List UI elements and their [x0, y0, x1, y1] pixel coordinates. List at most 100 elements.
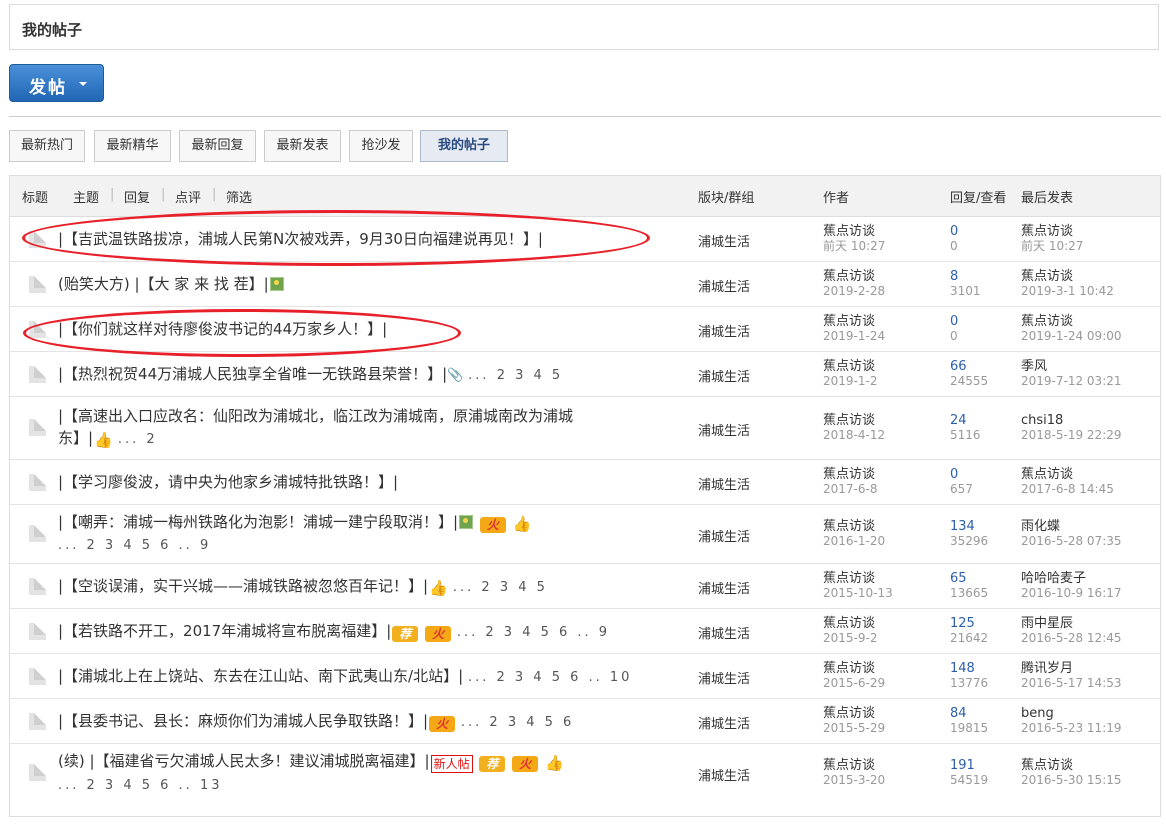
thread-title-link[interactable]: |【热烈祝贺44万浦城人民独享全省唯一无铁路县荣誉！】| [58, 365, 447, 383]
author-name[interactable]: 蕉点访谈 [823, 467, 877, 482]
folder-icon[interactable] [29, 525, 46, 542]
last-post-date[interactable]: 2016-5-30 15:15 [1021, 773, 1122, 788]
last-post-date[interactable]: 2016-5-23 11:19 [1021, 721, 1122, 736]
forum-name[interactable]: 浦城生活 [698, 474, 750, 493]
thread-title[interactable]: |【学习廖俊波，请中央为他家乡浦城特批铁路！】| [58, 471, 398, 493]
thread-title-link[interactable]: |【你们就这样对待廖俊波书记的44万家乡人！】| [58, 320, 387, 338]
reply-count[interactable]: 65 [950, 571, 988, 586]
thread-title-link[interactable]: 东】| [58, 429, 93, 447]
last-post-date[interactable]: 2019-3-1 10:42 [1021, 284, 1114, 299]
last-post-date[interactable]: 2016-5-28 12:45 [1021, 631, 1122, 646]
tab-first-reply[interactable]: 抢沙发 [349, 130, 413, 162]
last-post-date[interactable]: 2018-5-19 22:29 [1021, 428, 1122, 443]
author-name[interactable]: 蕉点访谈 [823, 359, 877, 374]
folder-icon[interactable] [29, 713, 46, 730]
filter-comment[interactable]: 点评 [175, 187, 201, 206]
last-post-date[interactable]: 2019-7-12 03:21 [1021, 374, 1122, 389]
reply-count[interactable]: 66 [950, 359, 988, 374]
reply-count[interactable]: 125 [950, 616, 988, 631]
reply-count[interactable]: 8 [950, 269, 981, 284]
thread-title-link[interactable]: |【高速出入口应改名：仙阳改为浦城北，临江改为浦城南，原浦城南改为浦城 [58, 407, 573, 425]
author-name[interactable]: 蕉点访谈 [823, 224, 885, 239]
last-poster[interactable]: 蕉点访谈 [1021, 758, 1122, 773]
author-name[interactable]: 蕉点访谈 [823, 413, 885, 428]
thread-title[interactable]: |【高速出入口应改名：仙阳改为浦城北，临江改为浦城南，原浦城南改为浦城 东】|👍 … [58, 405, 658, 451]
thread-title-link[interactable]: |【嘲弄：浦城一梅州铁路化为泡影！浦城一建宁段取消！】| [58, 513, 458, 531]
author-name[interactable]: 蕉点访谈 [823, 661, 885, 676]
page-links[interactable]: ... 2 3 4 5 6 .. 13 [58, 778, 223, 793]
folder-icon[interactable] [29, 578, 46, 595]
last-post-date[interactable]: 前天 10:27 [1021, 239, 1083, 254]
page-links[interactable]: ... 2 [118, 432, 158, 447]
author-name[interactable]: 蕉点访谈 [823, 571, 893, 586]
reply-count[interactable]: 24 [950, 413, 981, 428]
last-poster[interactable]: 蕉点访谈 [1021, 224, 1083, 239]
thread-title[interactable]: |【县委书记、县长：麻烦你们为浦城人民争取铁路！】| 火 ... 2 3 4 5 … [58, 710, 574, 734]
page-links[interactable]: ... 2 3 4 5 [468, 368, 563, 383]
author-name[interactable]: 蕉点访谈 [823, 616, 877, 631]
folder-icon[interactable] [29, 276, 46, 293]
tab-latest-replies[interactable]: 最新回复 [179, 130, 256, 162]
new-post-button[interactable]: 发帖 [9, 64, 104, 102]
reply-count[interactable]: 0 [950, 467, 973, 482]
folder-icon[interactable] [29, 668, 46, 685]
page-links[interactable]: ... 2 3 4 5 6 [461, 715, 574, 730]
last-poster[interactable]: 哈哈哈麦子 [1021, 571, 1122, 586]
last-post-date[interactable]: 2016-5-28 07:35 [1021, 534, 1122, 549]
author-name[interactable]: 蕉点访谈 [823, 269, 885, 284]
tab-latest-posts[interactable]: 最新发表 [264, 130, 341, 162]
filter-reply[interactable]: 回复 [124, 187, 150, 206]
thread-title-link[interactable]: |【若铁路不开工，2017年浦城将宣布脱离福建】| [58, 622, 391, 640]
page-links[interactable]: ... 2 3 4 5 6 .. 9 [457, 625, 610, 640]
reply-count[interactable]: 0 [950, 314, 958, 329]
thread-title-link[interactable]: |【吉武温铁路拔凉，浦城人民第N次被戏弄，9月30日向福建说再见！】| [58, 230, 543, 248]
last-post-date[interactable]: 2016-10-9 16:17 [1021, 586, 1122, 601]
thread-title[interactable]: |【嘲弄：浦城一梅州铁路化为泡影！浦城一建宁段取消！】| 火 👍 ... 2 3 … [58, 511, 658, 557]
thread-title-link[interactable]: (续) |【福建省亏欠浦城人民太多！建议浦城脱离福建】| [58, 752, 430, 770]
folder-icon[interactable] [29, 764, 46, 781]
reply-count[interactable]: 191 [950, 758, 988, 773]
reply-count[interactable]: 134 [950, 519, 988, 534]
thread-title[interactable]: |【若铁路不开工，2017年浦城将宣布脱离福建】| 荐 火 ... 2 3 4 5… [58, 620, 610, 644]
forum-name[interactable]: 浦城生活 [698, 366, 750, 385]
forum-name[interactable]: 浦城生活 [698, 713, 750, 732]
reply-count[interactable]: 148 [950, 661, 988, 676]
thread-title-link[interactable]: (贻笑大方) |【大 家 来 找 茬】| [58, 275, 269, 293]
page-links[interactable]: ... 2 3 4 5 6 .. 10 [468, 670, 633, 685]
thread-title[interactable]: (续) |【福建省亏欠浦城人民太多！建议浦城脱离福建】| 新人帖 荐 火 👍...… [58, 750, 658, 797]
last-poster[interactable]: 蕉点访谈 [1021, 269, 1114, 284]
filter-topic[interactable]: 主题 [73, 187, 99, 206]
last-poster[interactable]: chsi18 [1021, 413, 1122, 428]
forum-name[interactable]: 浦城生活 [698, 623, 750, 642]
reply-count[interactable]: 84 [950, 706, 988, 721]
tab-latest-hot[interactable]: 最新热门 [9, 130, 85, 162]
folder-icon[interactable] [29, 366, 46, 383]
folder-icon[interactable] [29, 231, 46, 248]
forum-name[interactable]: 浦城生活 [698, 578, 750, 597]
tab-my-posts[interactable]: 我的帖子 [420, 130, 508, 162]
last-post-date[interactable]: 2016-5-17 14:53 [1021, 676, 1122, 691]
last-poster[interactable]: 蕉点访谈 [1021, 314, 1122, 329]
page-links[interactable]: ... 2 3 4 5 6 .. 9 [58, 538, 211, 553]
thread-title-link[interactable]: |【浦城北上在上饶站、东去在江山站、南下武夷山东/北站】| [58, 667, 463, 685]
thread-title-link[interactable]: |【县委书记、县长：麻烦你们为浦城人民争取铁路！】| [58, 712, 428, 730]
thread-title[interactable]: |【空谈误浦，实干兴城——浦城铁路被忽悠百年记！】|👍 ... 2 3 4 5 [58, 575, 548, 599]
page-links[interactable]: ... 2 3 4 5 [453, 580, 548, 595]
author-name[interactable]: 蕉点访谈 [823, 758, 885, 773]
reply-count[interactable]: 0 [950, 224, 958, 239]
folder-icon[interactable] [29, 321, 46, 338]
last-post-date[interactable]: 2019-1-24 09:00 [1021, 329, 1122, 344]
forum-name[interactable]: 浦城生活 [698, 276, 750, 295]
thread-title-link[interactable]: |【学习廖俊波，请中央为他家乡浦城特批铁路！】| [58, 473, 398, 491]
thread-title-link[interactable]: |【空谈误浦，实干兴城——浦城铁路被忽悠百年记！】| [58, 577, 428, 595]
last-poster[interactable]: 雨化蝶 [1021, 519, 1122, 534]
forum-name[interactable]: 浦城生活 [698, 765, 750, 784]
forum-name[interactable]: 浦城生活 [698, 321, 750, 340]
thread-title[interactable]: |【你们就这样对待廖俊波书记的44万家乡人！】| [58, 318, 387, 340]
thread-title[interactable]: (贻笑大方) |【大 家 来 找 茬】| [58, 273, 285, 295]
folder-icon[interactable] [29, 474, 46, 491]
folder-icon[interactable] [29, 623, 46, 640]
thread-title[interactable]: |【浦城北上在上饶站、东去在江山站、南下武夷山东/北站】| ... 2 3 4 … [58, 665, 632, 689]
forum-name[interactable]: 浦城生活 [698, 420, 750, 439]
author-name[interactable]: 蕉点访谈 [823, 314, 885, 329]
